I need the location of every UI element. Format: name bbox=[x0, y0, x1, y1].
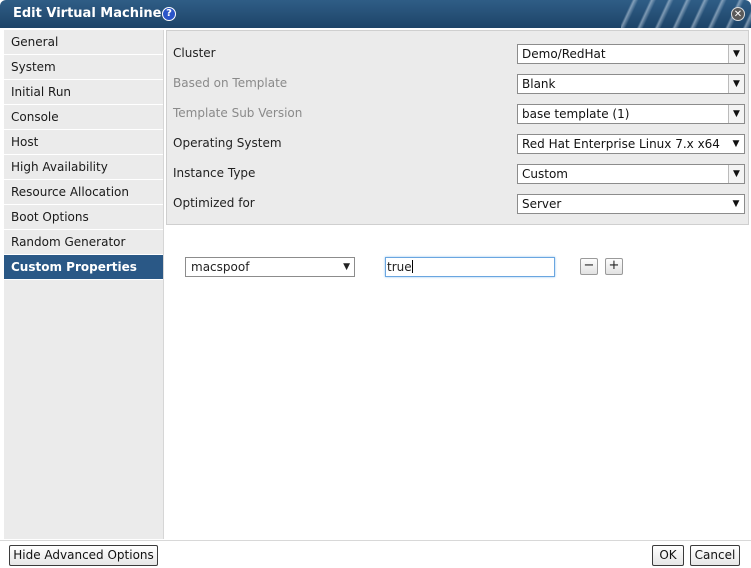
chevron-down-icon: ▼ bbox=[728, 75, 744, 93]
dialog-title-bar: Edit Virtual Machine ? ✕ bbox=[0, 0, 751, 28]
sidebar-item-custom-properties[interactable]: Custom Properties bbox=[4, 255, 163, 280]
instance-type-value: Custom bbox=[522, 167, 568, 181]
instance-type-select[interactable]: Custom ▼ bbox=[517, 164, 745, 184]
instance-type-label: Instance Type bbox=[173, 166, 256, 180]
operating-system-row: Operating System Red Hat Enterprise Linu… bbox=[173, 134, 745, 154]
optimized-for-select[interactable]: Server ▼ bbox=[517, 194, 745, 214]
sidebar-item-console[interactable]: Console bbox=[4, 105, 163, 130]
hide-advanced-options-button[interactable]: Hide Advanced Options bbox=[9, 545, 158, 566]
instance-type-row: Instance Type Custom ▼ bbox=[173, 164, 745, 184]
cluster-value: Demo/RedHat bbox=[522, 47, 606, 61]
footer-divider bbox=[0, 540, 751, 541]
cluster-select[interactable]: Demo/RedHat ▼ bbox=[517, 44, 745, 64]
optimized-for-label: Optimized for bbox=[173, 196, 255, 210]
cluster-row: Cluster Demo/RedHat ▼ bbox=[173, 44, 745, 64]
text-caret bbox=[411, 260, 413, 273]
template-select[interactable]: Blank ▼ bbox=[517, 74, 745, 94]
operating-system-label: Operating System bbox=[173, 136, 282, 150]
optimized-for-row: Optimized for Server ▼ bbox=[173, 194, 745, 214]
template-sub-version-label: Template Sub Version bbox=[173, 106, 303, 120]
sidebar-item-system[interactable]: System bbox=[4, 55, 163, 80]
help-icon[interactable]: ? bbox=[162, 7, 176, 21]
custom-property-key-value: macspoof bbox=[191, 260, 250, 274]
optimized-for-value: Server bbox=[522, 197, 562, 211]
sidebar-item-general[interactable]: General bbox=[4, 30, 163, 55]
sidebar-item-initial-run[interactable]: Initial Run bbox=[4, 80, 163, 105]
based-on-template-label: Based on Template bbox=[173, 76, 288, 90]
ok-button[interactable]: OK bbox=[652, 545, 684, 566]
sidebar-item-resource-allocation[interactable]: Resource Allocation bbox=[4, 180, 163, 205]
sidebar-item-random-generator[interactable]: Random Generator bbox=[4, 230, 163, 255]
cluster-label: Cluster bbox=[173, 46, 216, 60]
sidebar-item-boot-options[interactable]: Boot Options bbox=[4, 205, 163, 230]
general-settings-panel: Cluster Demo/RedHat ▼ Based on Template … bbox=[166, 30, 749, 225]
dialog-title: Edit Virtual Machine bbox=[13, 6, 162, 21]
template-sub-version-select[interactable]: base template (1) ▼ bbox=[517, 104, 745, 124]
custom-property-key-select[interactable]: macspoof ▼ bbox=[185, 257, 355, 277]
close-icon[interactable]: ✕ bbox=[731, 7, 745, 21]
chevron-down-icon: ▼ bbox=[728, 45, 744, 63]
chevron-down-icon: ▼ bbox=[728, 165, 744, 183]
custom-property-value-input[interactable]: true bbox=[385, 257, 555, 277]
template-sub-version-row: Template Sub Version base template (1) ▼ bbox=[173, 104, 745, 124]
sidebar-item-high-availability[interactable]: High Availability bbox=[4, 155, 163, 180]
sidebar-tabs: General System Initial Run Console Host … bbox=[4, 30, 164, 539]
chevron-down-icon: ▼ bbox=[732, 199, 740, 209]
operating-system-select[interactable]: Red Hat Enterprise Linux 7.x x64 ▼ bbox=[517, 134, 745, 154]
template-value: Blank bbox=[522, 77, 556, 91]
chevron-down-icon: ▼ bbox=[728, 105, 744, 123]
template-sub-version-value: base template (1) bbox=[522, 107, 630, 121]
custom-property-value-text: true bbox=[387, 260, 412, 274]
sidebar-item-host[interactable]: Host bbox=[4, 130, 163, 155]
chevron-down-icon: ▼ bbox=[732, 139, 740, 149]
operating-system-value: Red Hat Enterprise Linux 7.x x64 bbox=[522, 137, 720, 151]
add-property-button[interactable]: + bbox=[605, 258, 623, 275]
chevron-down-icon: ▼ bbox=[343, 262, 350, 272]
template-row: Based on Template Blank ▼ bbox=[173, 74, 745, 94]
cancel-button[interactable]: Cancel bbox=[690, 545, 740, 566]
remove-property-button[interactable]: − bbox=[580, 258, 598, 275]
